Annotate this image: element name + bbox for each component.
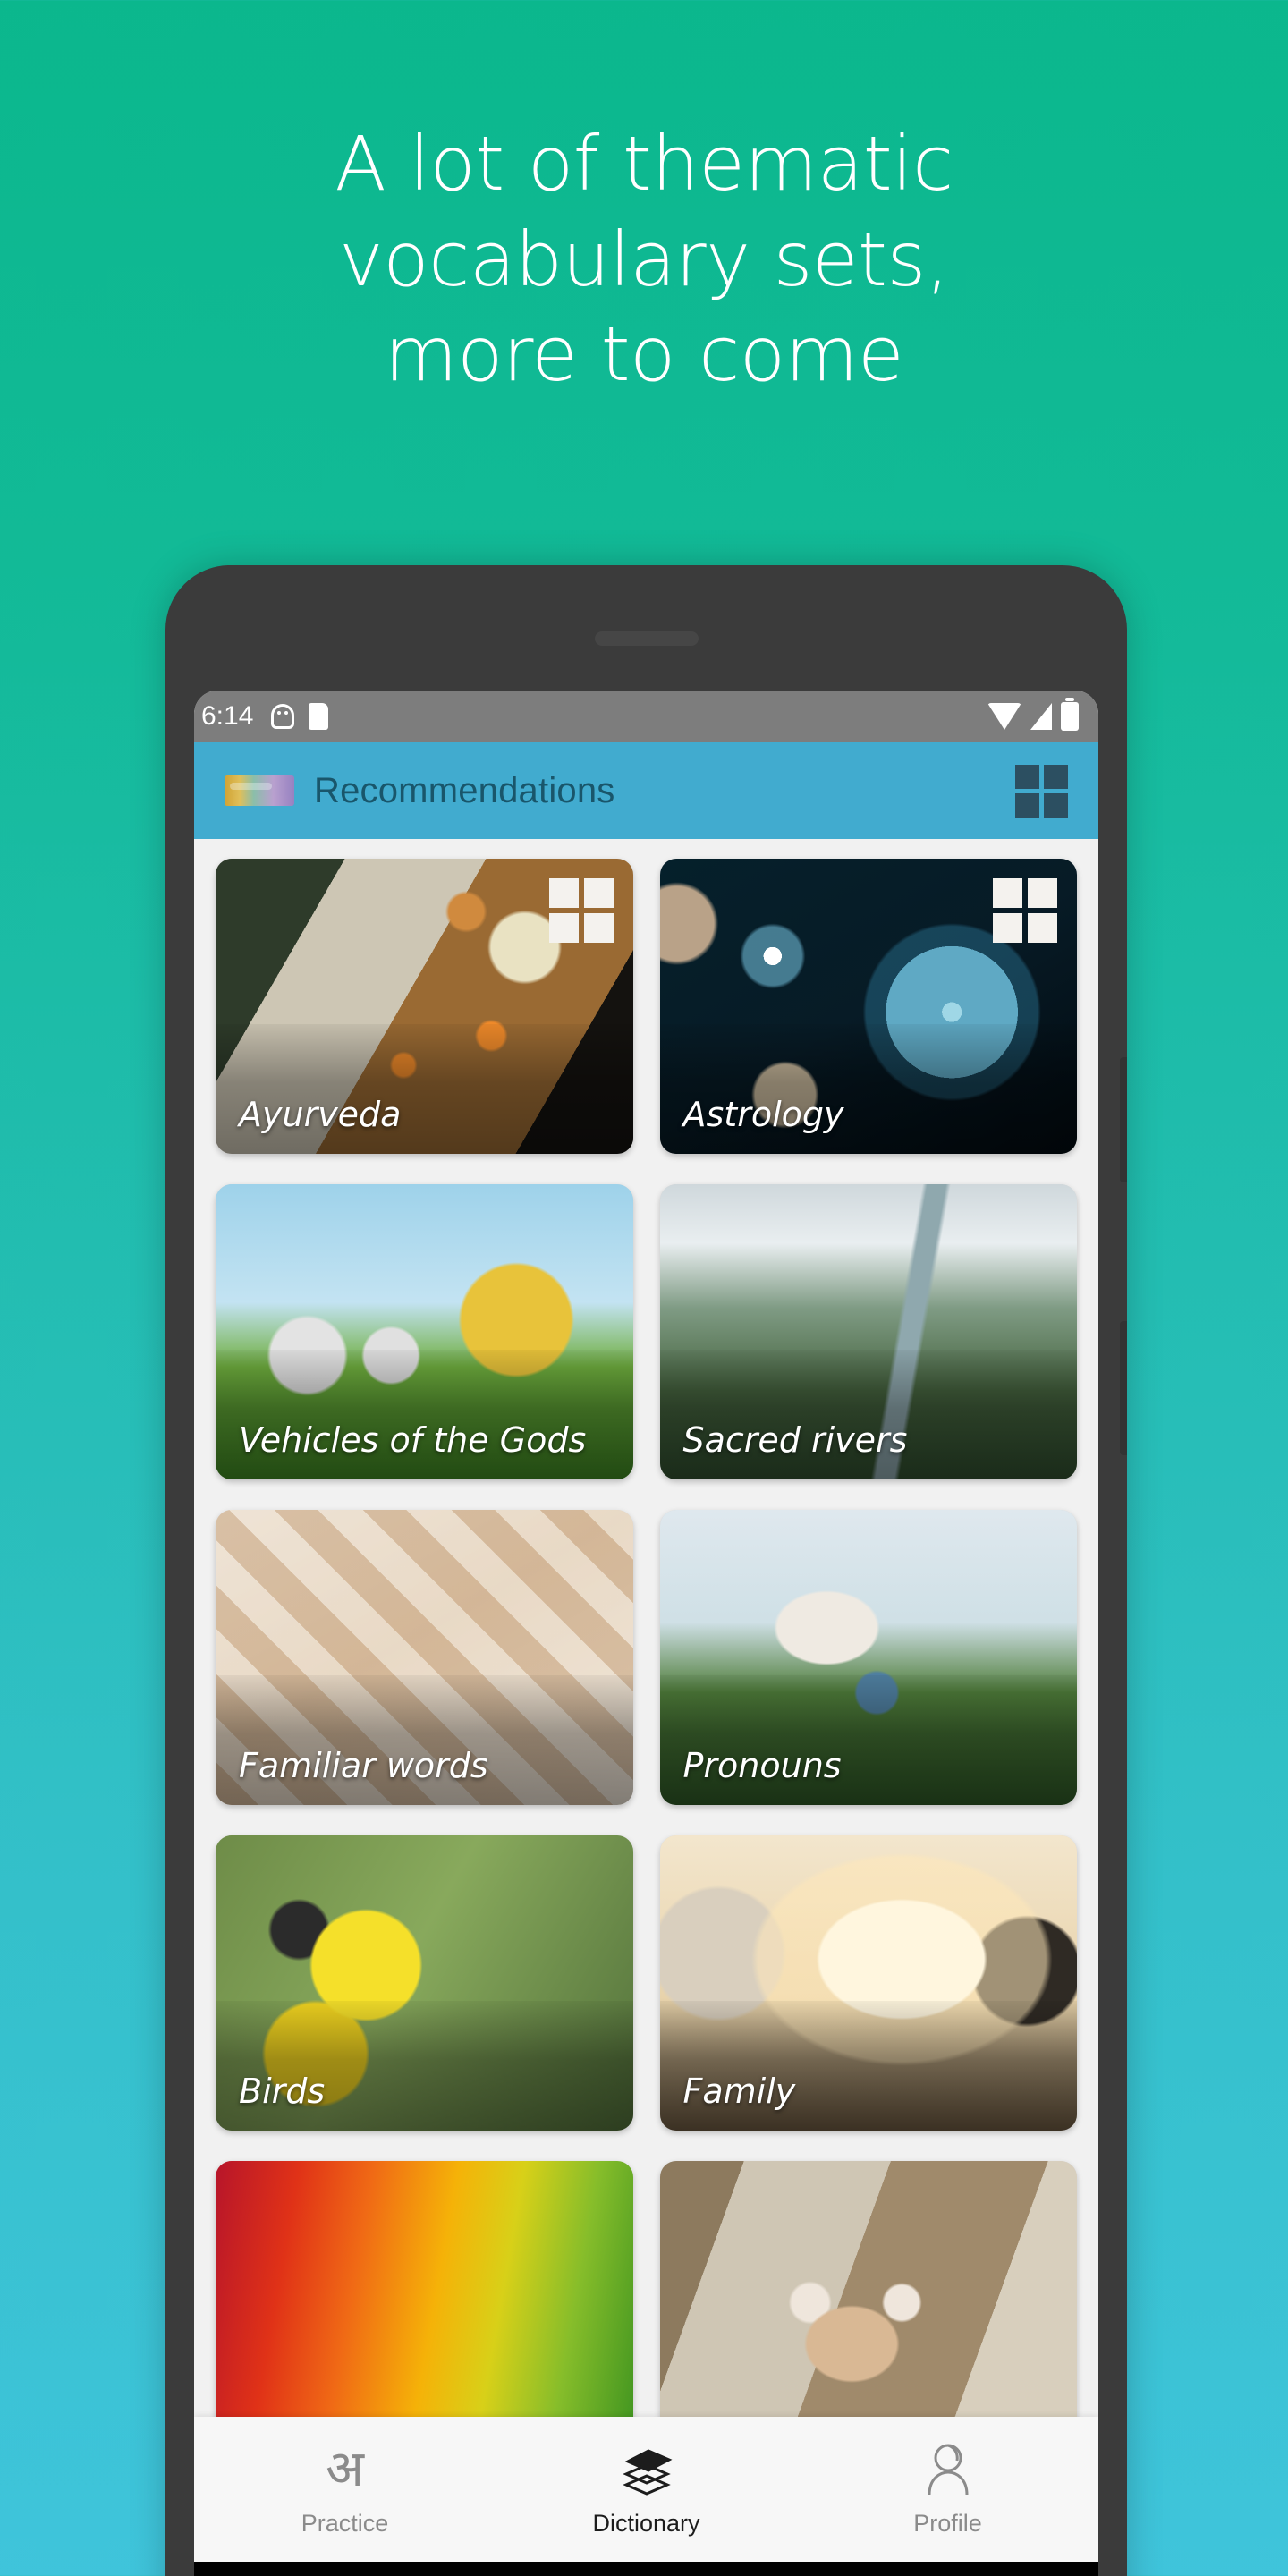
card-title: Sacred rivers <box>682 1420 908 1460</box>
status-time: 6:14 <box>201 701 254 731</box>
card-row: Birds Family <box>216 1835 1077 2131</box>
card-title: Birds <box>239 2072 326 2111</box>
status-right-icons <box>987 698 1079 731</box>
wifi-icon <box>987 703 1021 730</box>
usb-debug-icon <box>271 704 295 729</box>
grid-cell <box>548 913 579 943</box>
grid-cell <box>548 878 579 908</box>
grid-cell <box>1044 764 1068 789</box>
signal-icon <box>1030 703 1052 730</box>
card-title: Ayurveda <box>239 1095 402 1134</box>
card-title: Astrology <box>682 1095 844 1134</box>
grid-cell <box>583 878 614 908</box>
card-scrim <box>659 2000 1077 2131</box>
card-scrim <box>216 1023 633 1154</box>
card-row: Familiar words Pronouns <box>216 1510 1077 1805</box>
card-row: Vehicles of the Gods Sacred rivers <box>216 1184 1077 1479</box>
card-image <box>659 2161 1077 2456</box>
card-row <box>216 2161 1077 2456</box>
card-birds[interactable]: Birds <box>216 1835 633 2131</box>
bottom-navigation: अ Practice Dictionary Profile <box>194 2417 1098 2562</box>
books-stack-icon <box>619 2442 674 2497</box>
headline-line-2: vocabulary sets, <box>339 215 949 303</box>
grid-cell <box>1044 792 1068 818</box>
nav-item-practice[interactable]: अ Practice <box>194 2442 496 2538</box>
card-scrim <box>216 1674 633 1805</box>
page-title: Recommendations <box>314 770 615 810</box>
card-astrology[interactable]: Astrology <box>659 859 1077 1154</box>
phone-screen: 6:14 Recommendations Ayurveda Astrology … <box>194 691 1098 2562</box>
card-ayurveda[interactable]: Ayurveda <box>216 859 633 1154</box>
volume-button[interactable] <box>1120 1057 1127 1182</box>
battery-icon <box>1061 698 1079 731</box>
card-pronouns[interactable]: Pronouns <box>659 1510 1077 1805</box>
status-bar: 6:14 <box>194 691 1098 742</box>
nav-item-profile[interactable]: Profile <box>797 2442 1098 2538</box>
promo-headline: A lot of thematic vocabulary sets, more … <box>0 116 1288 402</box>
card-vehicles-of-the-gods[interactable]: Vehicles of the Gods <box>216 1184 633 1479</box>
grid-view-icon[interactable] <box>993 878 1057 943</box>
sd-card-icon <box>309 703 329 730</box>
card-title: Family <box>682 2072 796 2111</box>
nav-label: Practice <box>301 2509 389 2537</box>
card-scrim <box>659 1674 1077 1805</box>
grid-view-icon[interactable] <box>1015 764 1068 818</box>
phone-mockup: 6:14 Recommendations Ayurveda Astrology … <box>165 565 1127 2576</box>
card-red-panda[interactable] <box>659 2161 1077 2456</box>
headline-line-1: A lot of thematic <box>335 120 953 208</box>
devanagari-a-icon: अ <box>326 2439 364 2498</box>
phone-earpiece <box>594 631 699 646</box>
grid-cell <box>1028 913 1057 943</box>
card-scrim <box>216 2000 633 2131</box>
card-leaves[interactable] <box>216 2161 633 2456</box>
power-button[interactable] <box>1120 1321 1127 1455</box>
card-scrim <box>216 1349 633 1479</box>
recommendations-list: Ayurveda Astrology Vehicles of the Gods … <box>194 839 1098 2456</box>
grid-view-icon[interactable] <box>548 878 614 943</box>
card-title: Familiar words <box>239 1746 488 1785</box>
grid-cell <box>993 913 1022 943</box>
grid-cell <box>1015 792 1039 818</box>
grid-cell <box>583 913 614 943</box>
card-family[interactable]: Family <box>659 1835 1077 2131</box>
card-scrim <box>659 1349 1077 1479</box>
nav-item-dictionary[interactable]: Dictionary <box>496 2442 797 2538</box>
headline-line-3: more to come <box>384 310 904 399</box>
grid-cell <box>1015 764 1039 789</box>
card-image <box>216 2161 633 2456</box>
status-left-icons <box>271 703 329 730</box>
app-bar: Recommendations <box>194 742 1098 839</box>
phone-bottom-bar <box>194 2562 1098 2576</box>
card-sacred-rivers[interactable]: Sacred rivers <box>659 1184 1077 1479</box>
person-icon <box>924 2442 972 2497</box>
card-title: Vehicles of the Gods <box>239 1420 587 1460</box>
grid-cell <box>993 878 1022 908</box>
nav-label: Dictionary <box>592 2509 700 2537</box>
card-familiar-words[interactable]: Familiar words <box>216 1510 633 1805</box>
nav-label: Profile <box>913 2509 982 2537</box>
card-title: Pronouns <box>682 1746 842 1785</box>
grid-cell <box>1028 878 1057 908</box>
app-logo-icon <box>225 775 294 806</box>
card-row: Ayurveda Astrology <box>216 859 1077 1154</box>
card-scrim <box>659 1023 1077 1154</box>
